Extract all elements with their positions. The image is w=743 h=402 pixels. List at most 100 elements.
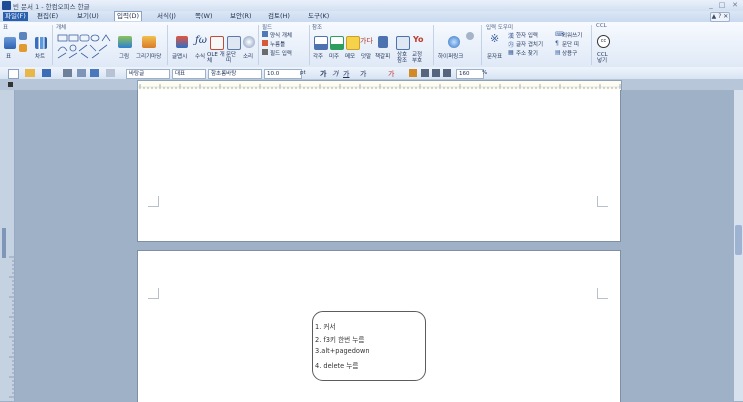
shapes-gallery[interactable] [57, 34, 113, 60]
group-label-ccl: CCL [596, 23, 607, 29]
address-search-label: 주소 찾기 [516, 51, 538, 57]
zoom-input[interactable]: 160 [456, 69, 484, 79]
vertical-ruler-ticks [9, 256, 14, 398]
memo-icon[interactable] [346, 36, 360, 50]
maximize-button[interactable]: □ [718, 1, 726, 9]
table-icon[interactable] [4, 37, 16, 49]
ccl-icon[interactable]: cc [597, 35, 610, 48]
table-style-icon[interactable] [19, 44, 27, 52]
menu-page[interactable]: 쪽(W) [193, 12, 214, 21]
formula-icon[interactable]: ƒω [195, 35, 207, 46]
hyperlink-label: 하이퍼링크 [438, 54, 464, 60]
redo-icon[interactable] [106, 69, 115, 77]
undo-icon[interactable] [90, 69, 99, 77]
form-object-icon[interactable] [262, 31, 268, 37]
close-button[interactable]: ✕ [731, 1, 739, 9]
bold-button[interactable]: 가 [320, 69, 326, 79]
click-here-label: 누름틀 [270, 42, 286, 48]
underline-button[interactable]: 가 [343, 69, 349, 79]
drawing-gallery-icon[interactable] [142, 36, 156, 48]
font-select[interactable]: 함초롬바탕 [208, 69, 262, 79]
page-corner-mark [148, 288, 159, 299]
text-color-button[interactable]: 가 [388, 69, 394, 79]
field-insert-icon[interactable] [262, 49, 268, 55]
ribbon-collapse-help-button[interactable]: ▲ ? ✕ [710, 12, 730, 22]
bookmark-icon[interactable] [378, 36, 388, 48]
preview-icon[interactable] [77, 69, 86, 77]
ribbon-separator [52, 25, 53, 65]
ruler-ticks [138, 84, 621, 89]
ribbon-separator [591, 25, 592, 65]
sound-label: 소리 [243, 54, 254, 60]
menu-file[interactable]: 파일(F) [3, 12, 28, 21]
click-here-icon[interactable] [262, 40, 268, 46]
menu-security[interactable]: 보안(R) [228, 12, 254, 21]
group-label-field: 필드 [262, 25, 273, 31]
new-doc-icon[interactable] [8, 69, 19, 79]
menu-tools[interactable]: 도구(K) [306, 12, 331, 21]
hyperlink-icon[interactable] [448, 36, 460, 48]
hanja-icon[interactable]: 漢 [508, 31, 514, 40]
ccl-insert-label: CCL 넣기 [597, 52, 608, 64]
print-icon[interactable] [63, 69, 72, 77]
autotext-icon[interactable]: ▤ [555, 49, 561, 56]
cross-reference-icon[interactable] [396, 36, 410, 50]
highlight-icon[interactable] [409, 69, 417, 77]
shapes-gallery-icon [57, 34, 111, 59]
wordart-icon[interactable] [176, 36, 188, 48]
font-size-input[interactable]: 10.0 [264, 69, 302, 79]
open-folder-icon[interactable] [25, 69, 35, 77]
ribbon: 표 표 차트 개체 그림 그리기마당 글맵시 ƒω 수식 OLE 개체 문단 띠… [0, 22, 743, 68]
ribbon-separator [167, 25, 168, 65]
menu-view[interactable]: 보기(U) [75, 12, 101, 21]
paragraph-band2-icon[interactable]: ¶ [555, 40, 559, 47]
memo-line-2: 2. f3키 한번 누름 [315, 336, 365, 344]
proofreading-mark-icon[interactable]: Yo [413, 35, 424, 44]
overlap-char-icon[interactable]: ㉮ [508, 40, 514, 49]
group-label-table: 표 [3, 25, 9, 31]
scrollbar-thumb[interactable] [735, 225, 742, 255]
endnote-icon[interactable] [330, 36, 344, 50]
paragraph-band-icon[interactable] [227, 36, 241, 50]
table-button-label: 표 [6, 54, 12, 60]
minimize-button[interactable]: _ [707, 1, 715, 9]
menu-edit[interactable]: 편집(E) [35, 12, 60, 21]
save-icon[interactable] [42, 69, 51, 77]
ruby-text-icon[interactable]: 가다 [360, 36, 373, 46]
zoom-unit: % [482, 70, 488, 76]
page-corner-mark [148, 196, 159, 207]
memo-line-1: 1. 커서 [315, 323, 336, 331]
memo-label: 메모 [345, 54, 356, 60]
ole-object-icon[interactable] [210, 36, 224, 50]
italic-button[interactable]: 가 [332, 69, 338, 79]
vertical-ruler[interactable] [0, 90, 15, 401]
table-small-icon[interactable] [19, 32, 27, 40]
align-center-icon[interactable] [432, 69, 440, 77]
memo-line-4: 4. delete 누름 [315, 362, 359, 370]
proofreading-mark-label: 교정 부호 [412, 52, 423, 64]
ribbon-separator [309, 25, 310, 65]
align-justify-icon[interactable] [443, 69, 451, 77]
memo-box[interactable]: 1. 커서 2. f3키 한번 누름 3.alt+pagedown 4. del… [312, 311, 426, 381]
window-title: 빈 문서 1 - 한컴오피스 한글 [13, 3, 90, 11]
language-select[interactable]: 대표 [172, 69, 206, 79]
menu-insert[interactable]: 입력(D) [114, 11, 143, 21]
title-bar: 빈 문서 1 - 한컴오피스 한글 _ □ ✕ [0, 0, 743, 11]
menu-format[interactable]: 서식(J) [155, 12, 178, 21]
drawing-gallery-label: 그리기마당 [136, 54, 162, 60]
strikethrough-button[interactable]: 가 [360, 69, 366, 79]
bookmark-label: 책갈피 [375, 54, 391, 60]
vertical-scrollbar[interactable] [734, 90, 743, 401]
footnote-icon[interactable] [314, 36, 328, 50]
document-page-1[interactable] [137, 90, 621, 242]
ribbon-separator [433, 25, 434, 65]
menu-review[interactable]: 검토(H) [266, 12, 292, 21]
sound-icon[interactable] [243, 36, 255, 48]
hyperlink-small-icon[interactable] [466, 32, 474, 40]
style-select[interactable]: 바탕글 [126, 69, 170, 79]
address-search-icon[interactable]: ▦ [508, 49, 514, 56]
chart-icon[interactable] [35, 37, 47, 49]
symbol-icon[interactable]: ※ [490, 32, 499, 45]
picture-icon[interactable] [118, 36, 132, 48]
align-left-icon[interactable] [421, 69, 429, 77]
